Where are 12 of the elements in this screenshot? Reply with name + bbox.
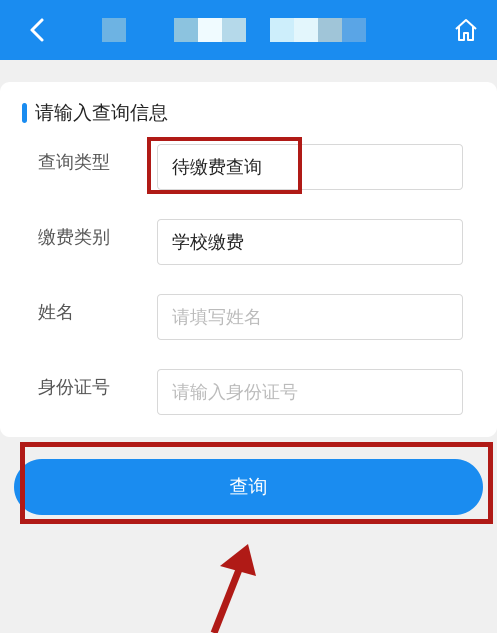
input-field[interactable]: 学校缴费 [157, 219, 463, 265]
back-icon[interactable] [28, 17, 46, 43]
input-field[interactable]: 待缴费查询 [157, 144, 463, 190]
field-label: 姓名 [37, 301, 75, 324]
field-label: 查询类型 [37, 151, 111, 174]
field-label: 身份证号 [37, 376, 111, 399]
section-title: 请输入查询信息 [35, 101, 168, 126]
field-label: 缴费类别 [37, 226, 111, 249]
input-field[interactable]: 请填写姓名 [157, 294, 463, 340]
section-marker [22, 103, 27, 123]
home-icon[interactable] [453, 17, 479, 43]
input-field[interactable]: 请输入身份证号 [157, 369, 463, 415]
